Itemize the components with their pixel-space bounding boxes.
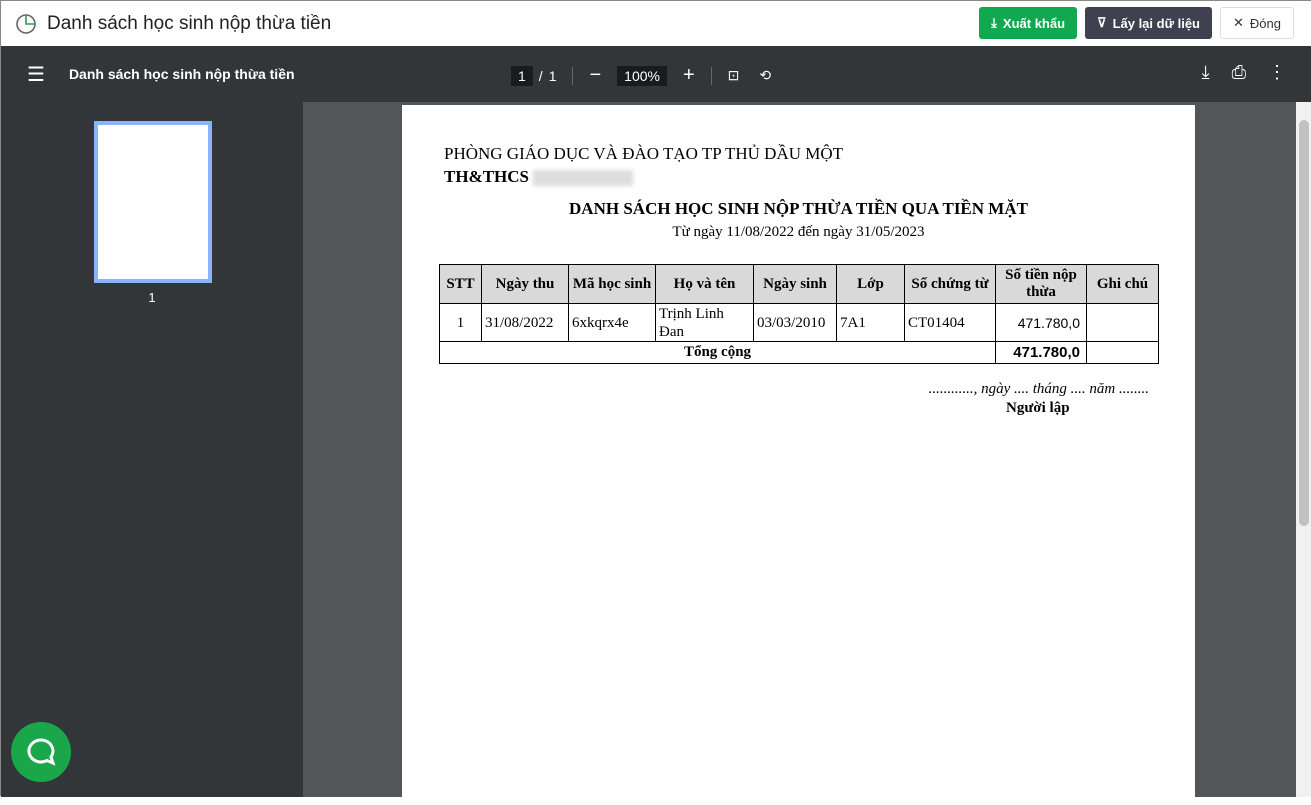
page-input[interactable]: 1	[511, 65, 533, 86]
cell: 6xkqrx4e	[568, 303, 656, 342]
zoom-input[interactable]: 100%	[617, 65, 667, 86]
export-icon: ⤓	[991, 15, 997, 30]
col-header: Số chứng từ	[904, 264, 996, 304]
print-icon[interactable]: ⎙	[1232, 62, 1246, 83]
total-row: Tổng cộng 471.780,0	[439, 341, 1159, 364]
pdf-doc-title: Danh sách học sinh nộp thừa tiền	[68, 66, 295, 82]
col-header: Ngày thu	[481, 264, 569, 304]
menu-icon[interactable]: ☰	[27, 62, 45, 87]
close-icon: ✕	[1233, 15, 1244, 30]
more-icon[interactable]: ⋮	[1268, 62, 1286, 83]
export-button[interactable]: ⤓ Xuất khẩu	[979, 7, 1078, 39]
chat-button[interactable]	[11, 722, 71, 782]
report-date-range: Từ ngày 11/08/2022 đến ngày 31/05/2023	[672, 224, 925, 240]
page-separator: /	[538, 67, 543, 84]
scrollbar[interactable]	[1296, 102, 1311, 797]
divider	[572, 66, 574, 85]
thumbnail-sidebar: 1	[1, 102, 303, 797]
scrollbar-thumb[interactable]	[1299, 120, 1309, 526]
cell: Trịnh Linh Đan	[655, 303, 754, 342]
fit-page-icon[interactable]: ⊡	[728, 67, 740, 84]
school-label: TH&THCS	[444, 167, 530, 186]
cell	[1086, 341, 1159, 364]
redacted-text	[533, 170, 634, 187]
department-name: PHÒNG GIÁO DỤC VÀ ĐÀO TẠO TP THỦ DẦU MỘT	[444, 144, 844, 163]
pdf-page: PHÒNG GIÁO DỤC VÀ ĐÀO TẠO TP THỦ DẦU MỘT…	[402, 105, 1195, 805]
thumbnail-number: 1	[148, 290, 156, 305]
zoom-out-icon[interactable]: −	[589, 64, 601, 87]
report-icon	[16, 13, 36, 34]
signer-label: Người lập	[1006, 400, 1070, 416]
rotate-icon[interactable]: ⟲	[759, 67, 771, 84]
col-header: STT	[439, 264, 482, 304]
col-header: Mã học sinh	[568, 264, 656, 304]
total-value: 471.780,0	[995, 341, 1087, 364]
cell: 471.780,0	[995, 303, 1087, 342]
date-line: ............, ngày .... tháng .... năm .…	[928, 381, 1149, 397]
export-label: Xuất khẩu	[1002, 15, 1066, 31]
chat-icon	[27, 738, 56, 766]
col-header: Số tiền nộp thừa	[995, 264, 1087, 304]
app-header: Danh sách học sinh nộp thừa tiền ⤓ Xuất k…	[1, 1, 1311, 46]
cell: 31/08/2022	[481, 303, 569, 342]
divider	[710, 66, 712, 85]
col-header: Ngày sinh	[753, 264, 837, 304]
cell: 03/03/2010	[753, 303, 837, 342]
reload-label: Lấy lại dữ liệu	[1112, 15, 1201, 31]
report-table: STT Ngày thu Mã học sinh Họ và tên Ngày …	[439, 264, 1159, 364]
reload-button[interactable]: ⊽ Lấy lại dữ liệu	[1085, 7, 1213, 39]
total-label: Tổng cộng	[439, 341, 996, 364]
close-label: Đóng	[1249, 15, 1281, 31]
cell: CT01404	[904, 303, 996, 342]
school-name: TH&THCS	[444, 167, 634, 187]
col-header: Ghi chú	[1086, 264, 1159, 304]
page-thumbnail[interactable]	[94, 121, 212, 283]
page-title: Danh sách học sinh nộp thừa tiền	[47, 12, 332, 34]
report-title: DANH SÁCH HỌC SINH NỘP THỪA TIỀN QUA TIỀ…	[569, 199, 1028, 218]
cell: 7A1	[836, 303, 905, 342]
filter-icon: ⊽	[1097, 15, 1107, 30]
col-header: Họ và tên	[655, 264, 754, 304]
cell	[1086, 303, 1159, 342]
download-icon[interactable]: ⤓	[1202, 62, 1210, 83]
table-row: 1 31/08/2022 6xkqrx4e Trịnh Linh Đan 03/…	[439, 303, 1159, 342]
pdf-toolbar: ☰ Danh sách học sinh nộp thừa tiền 1 / 1…	[1, 46, 1311, 102]
col-header: Lớp	[836, 264, 905, 304]
cell: 1	[439, 303, 482, 342]
close-button[interactable]: ✕ Đóng	[1220, 7, 1294, 39]
zoom-in-icon[interactable]: +	[683, 64, 695, 87]
page-total: 1	[548, 67, 557, 84]
